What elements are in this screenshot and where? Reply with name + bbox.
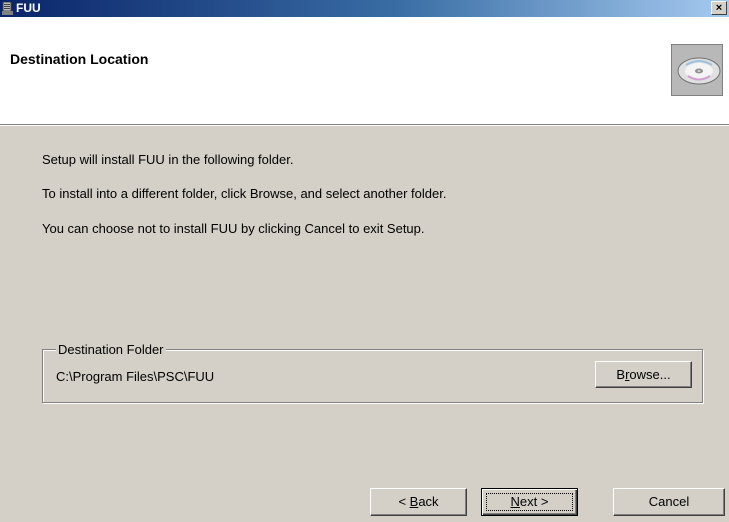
- browse-button[interactable]: Browse...: [595, 361, 692, 388]
- destination-folder-label: Destination Folder: [56, 342, 166, 357]
- close-button[interactable]: ×: [711, 1, 727, 15]
- cd-disc-icon: [671, 44, 723, 96]
- back-label-part: <: [398, 494, 410, 509]
- header-panel: Destination Location: [0, 17, 729, 124]
- focus-rectangle: [486, 493, 573, 511]
- info-text-3: You can choose not to install FUU by cli…: [42, 221, 425, 236]
- back-label-part: ack: [418, 494, 439, 509]
- page-title: Destination Location: [10, 51, 149, 67]
- title-bar: FUU ×: [0, 0, 729, 17]
- cancel-label: Cancel: [648, 494, 690, 509]
- close-icon: ×: [715, 2, 723, 14]
- next-button[interactable]: Next >: [481, 488, 578, 516]
- info-text-2: To install into a different folder, clic…: [42, 186, 447, 201]
- browse-label-part: B: [616, 367, 626, 382]
- header-separator-highlight: [0, 125, 729, 126]
- browse-label-part: owse...: [629, 367, 671, 382]
- destination-path: C:\Program Files\PSC\FUU: [56, 369, 215, 384]
- info-text-1: Setup will install FUU in the following …: [42, 152, 294, 167]
- back-button[interactable]: < Back: [370, 488, 467, 516]
- window-title: FUU: [16, 1, 41, 15]
- setup-app-icon: [2, 1, 13, 15]
- cancel-button[interactable]: Cancel: [613, 488, 725, 516]
